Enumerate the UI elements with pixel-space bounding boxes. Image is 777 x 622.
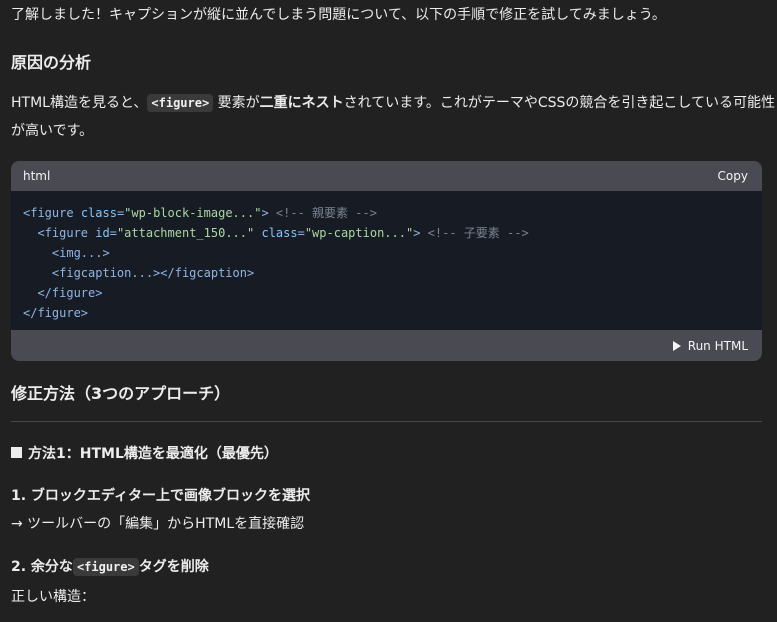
chat-message: 了解しました！キャプションが縦に並んでしまう問題について、以下の手順で修正を試し… [0, 0, 777, 622]
method1-title: 方法1：HTML構造を最適化（最優先） [28, 446, 278, 462]
divider [11, 421, 762, 422]
heading-cause-analysis: 原因の分析 [11, 53, 92, 72]
code-line-3: <img...> [51, 246, 110, 260]
code-block-footer: Run HTML [11, 330, 762, 361]
inline-code-figure-2: <figure> [72, 558, 139, 576]
analysis-text-2: 要素が [213, 95, 260, 111]
step1-description: → ツールバーの「編集」からHTMLを直接確認 [11, 516, 305, 532]
square-bullet-icon [11, 447, 22, 458]
code-block: html Copy <figure class="wp-block-image.… [11, 161, 762, 361]
inline-code-figure: <figure> [147, 94, 214, 112]
code-line-6: </figure> [23, 306, 89, 320]
intro-text: 了解しました！キャプションが縦に並んでしまう問題について、以下の手順で修正を試し… [11, 7, 666, 23]
heading-fix-methods: 修正方法（3つのアプローチ） [11, 384, 231, 403]
correct-structure-label: 正しい構造： [11, 589, 95, 605]
step1-title: 1. ブロックエディター上で画像ブロックを選択 [11, 488, 310, 504]
step2-prefix: 2. 余分な [11, 559, 73, 575]
analysis-line2: が高いです。 [11, 123, 94, 139]
copy-button[interactable]: Copy [718, 169, 748, 183]
method1-heading: 方法1：HTML構造を最適化（最優先） [11, 444, 278, 464]
run-html-label: Run HTML [687, 339, 748, 353]
code-line-5: </figure> [37, 286, 103, 300]
code-line-2: <figure id="attachment_150..." class="wp… [37, 226, 529, 240]
analysis-bold: 二重にネスト [259, 95, 344, 111]
code-line-1: <figure class="wp-block-image..."> <!-- … [23, 206, 377, 220]
analysis-text-1: HTML構造を見ると、 [11, 95, 148, 111]
code-language-label: html [23, 169, 51, 183]
code-content: <figure class="wp-block-image..."> <!-- … [11, 191, 762, 320]
step2-title: 2. 余分な <figure> タグを削除 [11, 557, 209, 577]
play-icon [672, 341, 681, 351]
analysis-paragraph: HTML構造を見ると、 <figure> 要素が二重にネストされています。これがテ… [11, 93, 775, 113]
code-line-4: <figcaption...></figcaption> [51, 266, 255, 280]
step2-suffix: タグを削除 [138, 559, 209, 575]
analysis-text-3: されています。これがテーマやCSSの競合を引き起こしている可能性 [343, 95, 775, 111]
code-block-header: html Copy [11, 161, 762, 191]
run-html-button[interactable]: Run HTML [672, 339, 748, 353]
